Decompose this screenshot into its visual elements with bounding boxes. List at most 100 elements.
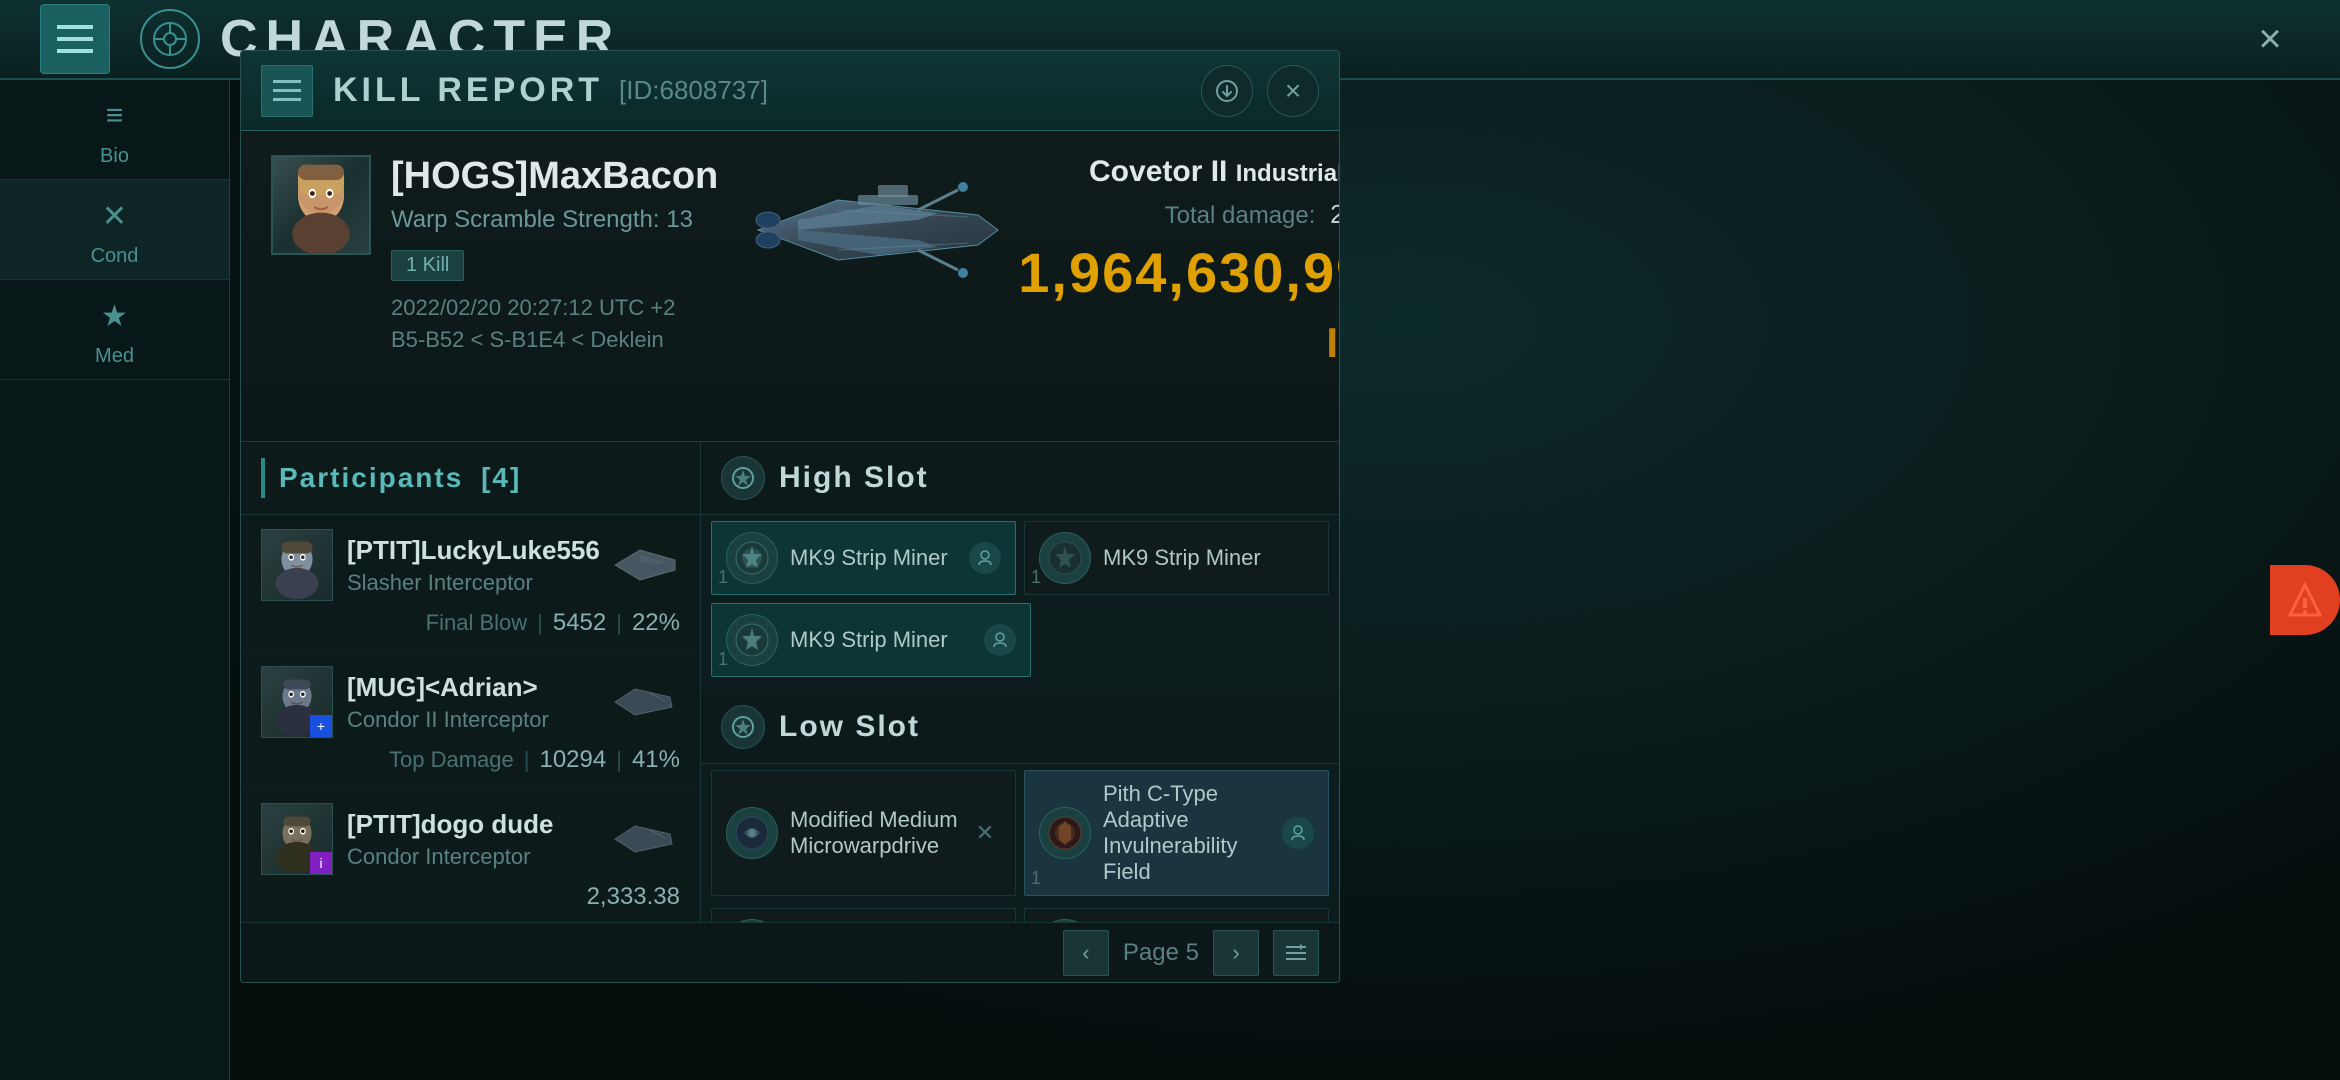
low-slot-3-name: 'Aura' Warp Core Stabilizer: [790, 919, 969, 922]
low-slot-item-3[interactable]: 1 'Aura' Warp Core Stabilizer ✕: [711, 908, 1016, 922]
participant-3-damage: 2,333.38: [587, 883, 680, 911]
low-slot-item-2[interactable]: 1 Pith C-Type Adaptive Invulnerability F…: [1024, 770, 1329, 896]
kill-report-modal: KILL REPORT [ID:6808737] ×: [240, 50, 1340, 983]
sidebar: ≡ Bio ✕ Cond ★ Med: [0, 80, 230, 1080]
low-slot-icon: [721, 705, 765, 749]
total-damage-label: Total damage: 24566: [1018, 199, 1340, 230]
low-slot-1-close[interactable]: ✕: [969, 817, 1001, 849]
slot-3-icon: [726, 614, 778, 666]
medals-icon: ★: [90, 291, 140, 341]
modal-export-button[interactable]: [1201, 65, 1253, 117]
participant-1-stats: Final Blow | 5452 | 22%: [261, 609, 680, 637]
menu-bar-2: [57, 37, 93, 41]
participant-3-ship-icon: [610, 814, 680, 864]
participant-2-stat-label: Top Damage: [389, 747, 514, 773]
slots-panel: High Slot 1 MK9 Strip Miner: [701, 442, 1339, 922]
participant-item-3[interactable]: i [PTIT]dogo dude Condor Interceptor 2,3…: [241, 789, 700, 922]
sidebar-item-bio[interactable]: ≡ Bio: [0, 80, 229, 180]
participant-1-damage: 5452: [553, 609, 606, 637]
next-page-button[interactable]: ›: [1213, 930, 1259, 976]
low-slot-4-name: Modified Medium Shield Extender: [1103, 919, 1282, 922]
app-close-button[interactable]: ×: [2240, 9, 2300, 69]
right-notification-badge[interactable]: [2270, 565, 2340, 635]
low-slot-items-1: Modified Medium Microwarpdrive ✕ 1 Pith …: [701, 764, 1339, 902]
participant-1-ship: Slasher Interceptor: [347, 570, 610, 596]
low-slot-3-icon: [726, 919, 778, 922]
low-slot-item-1[interactable]: Modified Medium Microwarpdrive ✕: [711, 770, 1016, 896]
kill-datetime: 2022/02/20 20:27:12 UTC +2: [391, 295, 718, 321]
modal-menu-bar-2: [273, 89, 301, 92]
modal-title: KILL REPORT: [333, 71, 603, 110]
menu-bar-1: [57, 25, 93, 29]
kill-location: B5-B52 < S-B1E4 < Deklein: [391, 327, 718, 353]
slot-1-name: MK9 Strip Miner: [790, 545, 969, 571]
main-menu-button[interactable]: [40, 4, 110, 74]
high-slot-item-2[interactable]: 1 MK9 Strip Miner: [1024, 521, 1329, 595]
total-damage-value: 24566: [1330, 199, 1340, 229]
modal-menu-button[interactable]: [261, 65, 313, 117]
modal-action-buttons: ×: [1201, 65, 1319, 117]
high-slot-items: 1 MK9 Strip Miner: [701, 515, 1339, 601]
ship-image-area: [718, 155, 1018, 305]
low-slot-header: Low Slot: [701, 691, 1339, 764]
high-slot-item-1[interactable]: 1 MK9 Strip Miner: [711, 521, 1016, 595]
slot-1-icon: [726, 532, 778, 584]
participant-2-percent: 41%: [632, 746, 680, 774]
modal-id: [ID:6808737]: [619, 75, 768, 106]
prev-page-button[interactable]: ‹: [1063, 930, 1109, 976]
participant-1-percent: 22%: [632, 609, 680, 637]
slot-1-num: 1: [718, 567, 728, 588]
modal-menu-bar-3: [273, 98, 301, 101]
pilot-info: [HOGS]MaxBacon Warp Scramble Strength: 1…: [391, 155, 718, 353]
sidebar-bio-label: Bio: [100, 145, 129, 168]
participant-item-2[interactable]: + [MUG]<Adrian> Condor II Interceptor To…: [241, 652, 700, 789]
filter-button[interactable]: [1273, 930, 1319, 976]
modal-close-button[interactable]: ×: [1267, 65, 1319, 117]
low-slot-item-4[interactable]: 1 + Modified Medium Shield Extender ✕: [1024, 908, 1329, 922]
participant-1-name: [PTIT]LuckyLuke556: [347, 535, 610, 566]
slot-3-name: MK9 Strip Miner: [790, 627, 984, 653]
participants-header: Participants [4]: [241, 442, 700, 515]
low-slot-1-name: Modified Medium Microwarpdrive: [790, 807, 969, 859]
ship-image: [718, 155, 1018, 305]
participants-title: Participants [4]: [279, 462, 521, 494]
participant-3-stats: 2,333.38: [261, 883, 680, 911]
low-slot-2-icon: [1039, 807, 1091, 859]
participant-1-avatar: [261, 529, 333, 601]
participants-accent-bar: [261, 458, 265, 498]
sidebar-combat-label: Cond: [91, 245, 139, 268]
modal-menu-bar-1: [273, 80, 301, 83]
kill-type-label: Kill: [1018, 378, 1340, 417]
participant-2-badge: +: [310, 715, 332, 737]
participant-2-name: [MUG]<Adrian>: [347, 672, 610, 703]
logo-icon: [140, 9, 200, 69]
high-slot-item-3[interactable]: 1 MK9 Strip Miner: [711, 603, 1031, 677]
high-slot-empty: [1039, 603, 1329, 677]
pilot-name: [HOGS]MaxBacon: [391, 155, 718, 198]
participant-3-info: [PTIT]dogo dude Condor Interceptor: [347, 809, 610, 870]
low-slot-title: Low Slot: [779, 710, 920, 744]
participant-3-badge: i: [310, 852, 332, 874]
warp-strength: Warp Scramble Strength: 13: [391, 206, 718, 234]
sidebar-item-medals[interactable]: ★ Med: [0, 280, 229, 380]
low-slot-4-icon: +: [1039, 919, 1091, 922]
sidebar-medals-label: Med: [95, 345, 134, 368]
isk-unit: ISK: [1326, 319, 1340, 366]
participant-3-avatar: i: [261, 803, 333, 875]
isk-value: 1,964,630,993 ISK: [1018, 240, 1340, 370]
combat-icon: ✕: [90, 191, 140, 241]
modal-footer: ‹ Page 5 ›: [241, 922, 1339, 982]
participant-1-info: [PTIT]LuckyLuke556 Slasher Interceptor: [347, 535, 610, 596]
participant-2-damage: 10294: [539, 746, 606, 774]
low-slot-1-icon: [726, 807, 778, 859]
participant-item-1[interactable]: [PTIT]LuckyLuke556 Slasher Interceptor F…: [241, 515, 700, 652]
slot-3-num: 1: [718, 649, 728, 670]
slot-2-num: 1: [1031, 567, 1041, 588]
sidebar-item-combat[interactable]: ✕ Cond: [0, 180, 229, 280]
low-slot-2-num: 1: [1031, 868, 1041, 889]
low-slot-items-2: 1 'Aura' Warp Core Stabilizer ✕ 1: [701, 902, 1339, 922]
participant-2-ship: Condor II Interceptor: [347, 707, 610, 733]
low-slot-2-person-icon: [1282, 817, 1314, 849]
kill-count-badge: 1 Kill: [391, 250, 464, 281]
participant-1-ship-icon: [610, 540, 680, 590]
